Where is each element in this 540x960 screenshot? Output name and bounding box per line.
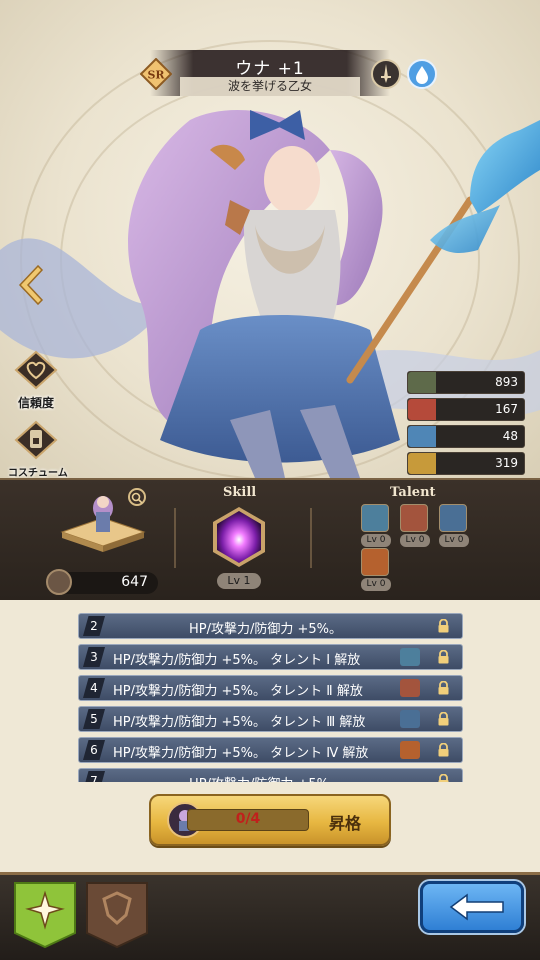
talent-level: Lv 0 xyxy=(439,534,469,547)
character-title: 波を挙げる乙女 xyxy=(180,77,360,96)
costume-button[interactable]: コスチューム xyxy=(8,420,68,478)
talent-slot[interactable]: Lv 0 xyxy=(361,548,391,591)
upgrade-text: HP/攻撃力/防御力 +5%。 xyxy=(113,773,418,782)
upgrade-rank: 4 xyxy=(83,678,105,698)
water-drop-icon xyxy=(407,59,437,89)
upgrade-text: HP/攻撃力/防御力 +5%。 タレント Ⅲ 解放 xyxy=(113,715,366,730)
promote-area: 0/4 昇格 xyxy=(0,782,540,872)
talent-slot[interactable]: Lv 0 xyxy=(361,504,391,547)
fist-icon xyxy=(46,569,72,595)
stat-value: 893 xyxy=(495,375,518,389)
back-button[interactable] xyxy=(420,881,524,933)
lock-icon xyxy=(438,712,449,726)
previous-character-button[interactable] xyxy=(14,262,46,308)
info-panel: 647 Skill Lv 1 Talent Lv 0 Lv 0 Lv 0 Lv 0 xyxy=(0,478,540,600)
upgrade-row[interactable]: 5 HP/攻撃力/防御力 +5%。 タレント Ⅲ 解放 xyxy=(78,706,463,732)
power-value: 647 xyxy=(121,574,148,590)
stat-defense: 48 xyxy=(407,425,525,448)
trust-label: 信頼度 xyxy=(17,396,54,410)
talent-title: Talent xyxy=(390,485,436,500)
rarity-badge: SR xyxy=(140,58,172,90)
upgrade-row[interactable]: 6 HP/攻撃力/防御力 +5%。 タレント Ⅳ 解放 xyxy=(78,737,463,763)
divider xyxy=(174,508,176,568)
stat-value: 319 xyxy=(495,456,518,470)
upgrade-rank: 7 xyxy=(83,771,105,782)
costume-icon xyxy=(14,420,58,460)
costume-label: コスチューム xyxy=(8,468,68,478)
talent-2-icon xyxy=(400,504,428,532)
sword-class-icon xyxy=(371,59,401,89)
upgrade-row[interactable]: 2 HP/攻撃力/防御力 +5%。 xyxy=(78,613,463,639)
tab-awakening[interactable] xyxy=(84,879,150,949)
upgrade-text: HP/攻撃力/防御力 +5%。 タレント Ⅰ 解放 xyxy=(113,653,361,668)
upgrade-rank: 5 xyxy=(83,709,105,729)
talent-1-icon xyxy=(361,504,389,532)
talent-2-icon xyxy=(400,679,420,697)
divider xyxy=(310,508,312,568)
stat-speed: 319 xyxy=(407,452,525,475)
talent-slot[interactable]: Lv 0 xyxy=(439,504,469,547)
stat-hp: 893 xyxy=(407,371,525,394)
promote-label: 昇格 xyxy=(329,814,362,833)
shield-icon xyxy=(408,426,436,447)
heart-frame-icon xyxy=(14,350,58,390)
talent-4-icon xyxy=(400,741,420,759)
bottom-nav xyxy=(0,872,540,960)
stat-value: 167 xyxy=(495,402,518,416)
talent-3-icon xyxy=(400,710,420,728)
promote-count: 0/4 xyxy=(235,811,261,827)
lock-icon xyxy=(438,681,449,695)
upgrade-row[interactable]: 3 HP/攻撃力/防御力 +5%。 タレント Ⅰ 解放 xyxy=(78,644,463,670)
tab-promotion[interactable] xyxy=(12,879,78,949)
stat-attack: 167 xyxy=(407,398,525,421)
skill-level: Lv 1 xyxy=(217,573,261,589)
power-display: 647 xyxy=(46,569,158,595)
upgrade-row[interactable]: 4 HP/攻撃力/防御力 +5%。 タレント Ⅱ 解放 xyxy=(78,675,463,701)
upgrade-text: HP/攻撃力/防御力 +5%。 タレント Ⅱ 解放 xyxy=(113,684,363,699)
upgrade-rank: 3 xyxy=(83,647,105,667)
lock-icon xyxy=(438,743,449,757)
rarity-text: SR xyxy=(147,69,165,82)
lock-icon xyxy=(438,619,449,633)
promote-button[interactable]: 0/4 昇格 xyxy=(149,794,391,846)
lock-icon xyxy=(438,650,449,664)
talent-level: Lv 0 xyxy=(400,534,430,547)
trust-button[interactable]: 信頼度 xyxy=(8,350,64,411)
zoom-icon[interactable] xyxy=(128,488,146,506)
name-plate: ウナ +1 波を挙げる乙女 xyxy=(150,50,390,96)
arrow-left-icon xyxy=(449,893,504,921)
talent-slot[interactable]: Lv 0 xyxy=(400,504,430,547)
heart-icon xyxy=(408,372,436,393)
boot-icon xyxy=(408,453,436,474)
talent-3-icon xyxy=(439,504,467,532)
stat-value: 48 xyxy=(502,429,518,443)
upgrade-row[interactable]: 7 HP/攻撃力/防御力 +5%。 xyxy=(78,768,463,782)
skill-icon[interactable] xyxy=(207,505,271,569)
skill-title: Skill xyxy=(223,485,257,500)
character-hero: ウナ +1 波を挙げる乙女 SR 信頼度 コスチューム 893 167 48 319 xyxy=(0,0,540,478)
upgrade-text: HP/攻撃力/防御力 +5%。 タレント Ⅳ 解放 xyxy=(113,746,369,761)
talent-4-icon xyxy=(361,548,389,576)
character-name: ウナ +1 xyxy=(235,59,305,79)
talent-level: Lv 0 xyxy=(361,578,391,591)
talent-1-icon xyxy=(400,648,420,666)
lock-icon xyxy=(438,774,449,782)
upgrade-text: HP/攻撃力/防御力 +5%。 xyxy=(188,622,343,637)
upgrade-rank: 2 xyxy=(83,616,105,636)
upgrade-list[interactable]: 2 HP/攻撃力/防御力 +5%。 3 HP/攻撃力/防御力 +5%。 タレント Ⅰ … xyxy=(0,600,540,782)
talent-level: Lv 0 xyxy=(361,534,391,547)
upgrade-rank: 6 xyxy=(83,740,105,760)
sword-icon xyxy=(408,399,436,420)
